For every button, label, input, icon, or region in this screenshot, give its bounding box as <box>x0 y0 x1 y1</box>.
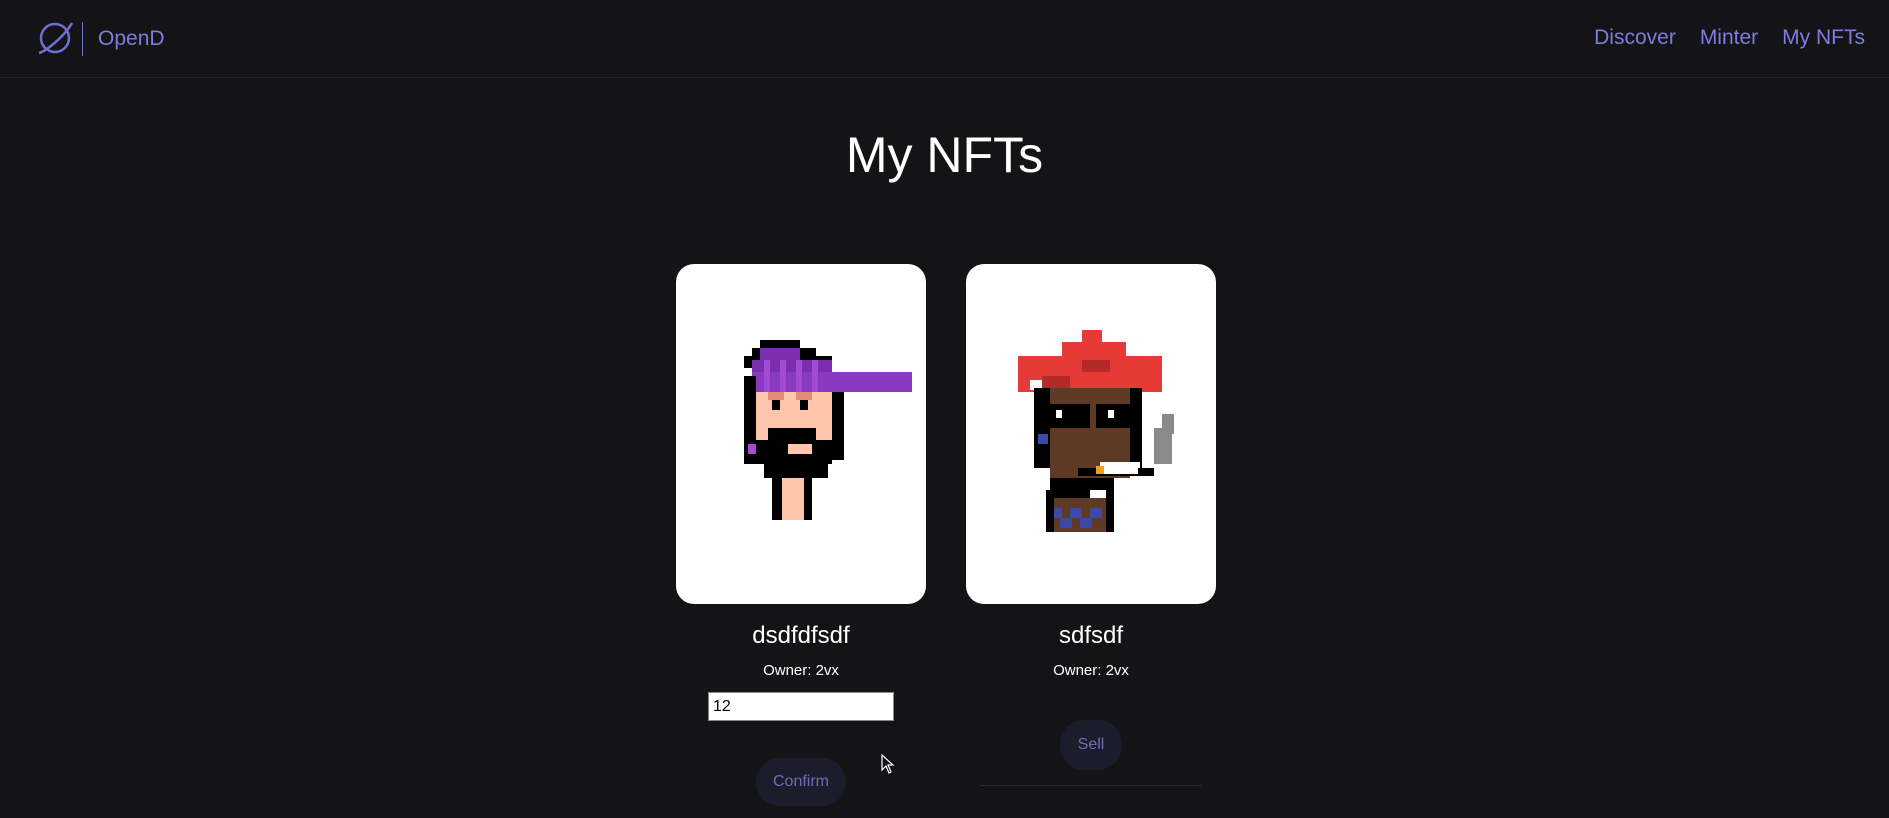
page-title: My NFTs <box>845 127 1044 183</box>
logo-divider <box>82 22 83 56</box>
main-nav: Discover Minter My NFTs <box>1594 26 1865 50</box>
nft-owner: Owner: 2vx <box>763 662 839 679</box>
nft-card: sdfsdf Owner: 2vx Sell <box>966 264 1216 786</box>
nft-image[interactable] <box>676 264 926 604</box>
planet-icon[interactable] <box>34 17 76 59</box>
pixel-punk-red-hair <box>1018 330 1174 532</box>
nft-owner: Owner: 2vx <box>1053 662 1129 679</box>
nav-minter[interactable]: Minter <box>1700 26 1758 50</box>
top-header: OpenD Discover Minter My NFTs <box>0 0 1889 78</box>
brand-link[interactable]: OpenD <box>98 27 165 51</box>
confirm-button[interactable]: Confirm <box>756 758 846 806</box>
nft-name: sdfsdf <box>1058 622 1124 649</box>
nav-my-nfts[interactable]: My NFTs <box>1782 26 1865 50</box>
sell-button[interactable]: Sell <box>1060 720 1122 770</box>
nft-image[interactable] <box>966 264 1216 604</box>
pixel-punk-purple-cap <box>744 340 912 520</box>
price-input[interactable] <box>708 692 894 721</box>
card-divider <box>980 785 1202 786</box>
nav-discover[interactable]: Discover <box>1594 26 1676 50</box>
mouse-cursor-icon <box>881 754 895 774</box>
nft-card: dsdfdfsdf Owner: 2vx Confirm <box>676 264 926 806</box>
nft-name: dsdfdfsdf <box>752 622 850 649</box>
app-page: OpenD Discover Minter My NFTs My NFTs ds… <box>0 0 1889 818</box>
